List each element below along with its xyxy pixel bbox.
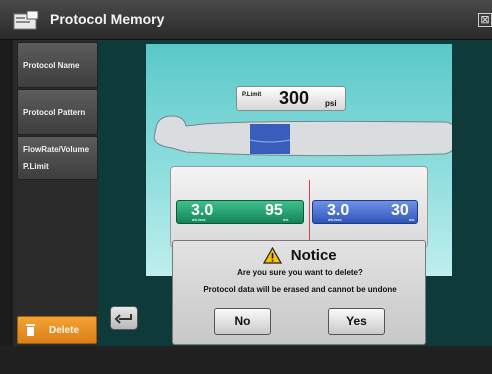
delete-button[interactable]: Delete xyxy=(17,316,97,344)
phase-2-volume-unit: mL xyxy=(409,217,415,222)
notice-dialog: Notice Are you sure you want to delete? … xyxy=(172,240,426,345)
sidebar: Protocol Name Protocol Pattern FlowRate/… xyxy=(13,40,98,346)
delete-label: Delete xyxy=(49,324,80,336)
yes-button[interactable]: Yes xyxy=(328,308,385,335)
phase-2-bar[interactable]: 3.0 mL/sec 30 mL xyxy=(312,200,418,224)
no-button[interactable]: No xyxy=(214,308,271,335)
sidebar-item-label-secondary: P.Limit xyxy=(23,162,49,171)
pressure-limit-box[interactable]: P.Limit 300 psi xyxy=(236,86,346,111)
sidebar-item-label: FlowRate/Volume xyxy=(23,145,90,154)
title-bar: Protocol Memory ⊠ xyxy=(0,0,492,40)
back-button[interactable] xyxy=(110,306,138,330)
phase-1-volume-unit: mL xyxy=(283,217,289,222)
window-title: Protocol Memory xyxy=(50,11,165,27)
sidebar-item-flowrate-plimit[interactable]: FlowRate/Volume P.Limit xyxy=(17,136,98,180)
pressure-limit-label: P.Limit xyxy=(242,92,262,98)
sidebar-item-label: Protocol Pattern xyxy=(23,107,86,117)
sidebar-item-label: Protocol Name xyxy=(23,60,80,70)
phase-1-bar[interactable]: 3.0 mL/sec 95 mL xyxy=(176,200,304,224)
phase-2-flowrate-unit: mL/sec xyxy=(328,217,342,222)
bottom-bar xyxy=(0,346,492,374)
warning-icon xyxy=(263,247,283,264)
pressure-limit-unit: psi xyxy=(325,99,337,108)
phase-1-volume: 95 xyxy=(265,202,283,219)
close-icon[interactable]: ⊠ xyxy=(478,13,492,27)
dialog-header: Notice xyxy=(173,247,427,267)
sidebar-item-protocol-name[interactable]: Protocol Name xyxy=(17,42,98,88)
phase-divider-line xyxy=(309,180,310,248)
phase-1-flowrate-unit: mL/sec xyxy=(192,217,206,222)
phase-2-volume: 30 xyxy=(391,202,409,219)
dialog-title: Notice xyxy=(290,247,337,265)
sidebar-item-protocol-pattern[interactable]: Protocol Pattern xyxy=(17,89,98,135)
dialog-warning-text: Protocol data will be erased and cannot … xyxy=(203,285,397,294)
protocol-memory-icon xyxy=(13,11,39,30)
dialog-question: Are you sure you want to delete? xyxy=(237,268,363,277)
return-arrow-icon xyxy=(114,314,132,324)
trash-icon xyxy=(26,324,35,336)
pressure-limit-value: 300 xyxy=(279,88,310,108)
